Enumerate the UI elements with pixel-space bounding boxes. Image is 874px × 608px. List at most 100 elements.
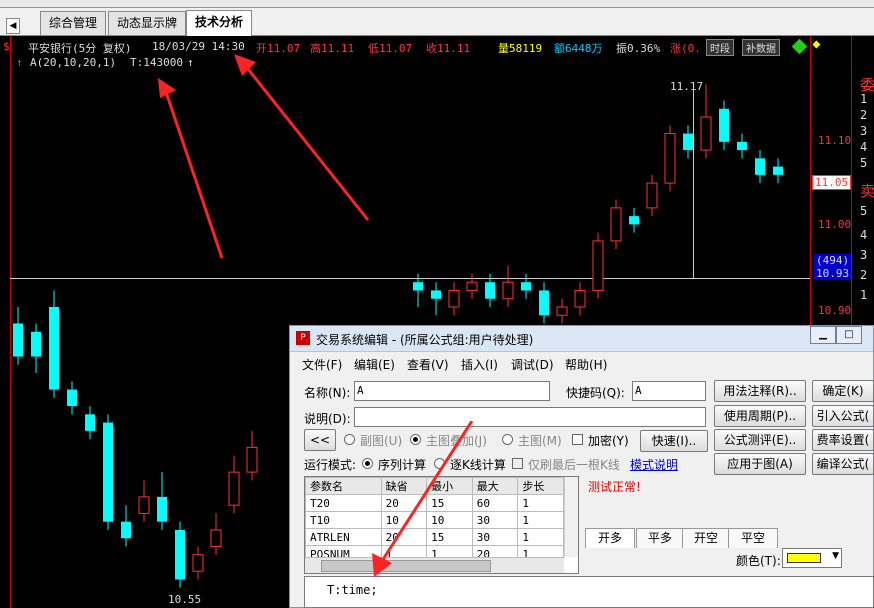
dialog-titlebar[interactable]: P 交易系统编辑 - (所属公式组:用户待处理) ▁ □ (290, 326, 873, 352)
name-label: 名称(N): (304, 386, 351, 400)
order-panel-label: 3 (860, 248, 868, 262)
annotation-arrow-3 (368, 420, 478, 581)
axis-label-3: 11.00 (818, 218, 852, 231)
candle-body (85, 414, 95, 431)
candle-body (13, 323, 23, 357)
annotation-arrow-1 (156, 78, 226, 262)
param-table-vscroll[interactable] (564, 477, 578, 557)
use-period-button[interactable]: 使用周期(P).. (714, 405, 806, 427)
run-mode-label: 运行模式: (304, 458, 357, 472)
menu-view[interactable]: 查看(V) (407, 356, 449, 373)
formula-editor-dialog: P 交易系统编辑 - (所属公式组:用户待处理) ▁ □ 文件(F) 编辑(E)… (289, 325, 874, 608)
tab-overview[interactable]: 综合管理 (40, 11, 107, 35)
fee-settings-button[interactable]: 费率设置( (812, 429, 874, 451)
candle-body (629, 216, 639, 225)
app-icon: P (296, 331, 310, 345)
candle-body (539, 290, 549, 316)
test-status: 测试正常! (588, 480, 641, 494)
axis-label-current: 11.05 (812, 175, 852, 190)
table-cell[interactable]: 1 (517, 511, 564, 529)
candle-body (502, 281, 514, 300)
color-swatch (787, 553, 821, 563)
tab-dynamic-board[interactable]: 动态显示牌 (108, 11, 187, 35)
menu-help[interactable]: 帮助(H) (565, 356, 607, 373)
candle-body (646, 182, 658, 209)
ok-button[interactable]: 确定(K) (812, 380, 874, 402)
candle-body (466, 281, 478, 291)
candle-body (192, 554, 204, 572)
trough-label: 10.55 (168, 593, 202, 606)
encrypt-checkbox[interactable] (572, 434, 583, 445)
desc-label: 说明(D): (304, 412, 351, 426)
order-panel-label: 5 (860, 204, 868, 218)
axis-label-1: 11.10 (818, 134, 852, 147)
candle-body (683, 133, 693, 151)
main-chart-label: 主图(M) (518, 434, 562, 448)
candle-body (556, 306, 568, 316)
candle-body (574, 289, 586, 308)
compile-formula-button[interactable]: 编译公式( (812, 453, 874, 475)
chevron-down-icon: ▼ (832, 551, 839, 561)
candle-body (31, 331, 41, 357)
sub-chart-radio[interactable] (344, 434, 355, 445)
tab-open-long[interactable]: 开多 (585, 528, 635, 548)
apply-to-chart-button[interactable]: 应用于图(A) (714, 453, 806, 475)
order-panel-label: 2 (860, 268, 868, 282)
shortcut-input[interactable]: A (632, 381, 706, 401)
table-cell[interactable]: 1 (517, 494, 564, 512)
panel-border (851, 36, 852, 326)
candle-body (700, 116, 712, 151)
top-strip (0, 0, 874, 8)
candle-body (773, 166, 783, 175)
tab-open-short[interactable]: 开空 (682, 528, 730, 548)
color-picker[interactable]: ▼ (782, 548, 842, 568)
name-input[interactable]: A (354, 381, 550, 401)
candle-body (755, 158, 765, 175)
candle-body (138, 496, 150, 514)
order-panel-label: 5 (860, 156, 868, 170)
annotation-arrow-2 (234, 54, 374, 224)
menu-insert[interactable]: 插入(I) (461, 356, 498, 373)
menu-edit[interactable]: 编辑(E) (354, 356, 395, 373)
table-header-cell[interactable]: 步长 (517, 477, 564, 495)
tab-close-long[interactable]: 平多 (636, 528, 684, 548)
usage-notes-button[interactable]: 用法注释(R).. (714, 380, 806, 402)
candle-body (103, 422, 113, 522)
tab-technical-analysis[interactable]: 技术分析 (186, 10, 253, 36)
candle-body (157, 496, 167, 522)
candle-body (431, 290, 441, 299)
menu-debug[interactable]: 调试(D) (511, 356, 554, 373)
maximize-button[interactable]: □ (836, 326, 862, 344)
candle-body (448, 289, 460, 308)
shortcut-label: 快捷码(Q): (566, 386, 625, 400)
axis-label-volume: (494) (814, 254, 852, 267)
axis-border (810, 36, 811, 326)
pin-icon[interactable]: ⯁ (812, 39, 821, 53)
candle-body (664, 133, 676, 184)
order-panel-label: 卖 (860, 182, 874, 200)
nav-left-icon[interactable]: ◀ (6, 18, 20, 34)
mode-help-link[interactable]: 模式说明 (630, 456, 678, 473)
candle-body (719, 108, 729, 142)
candle-body (521, 282, 531, 291)
order-panel-label: 4 (860, 140, 868, 154)
refresh-last-label: 仅刷最后一根K线 (528, 458, 620, 472)
order-panel-label: 3 (860, 124, 868, 138)
candle-body (246, 446, 258, 473)
prev-button[interactable]: << (304, 429, 336, 451)
tab-close-short[interactable]: 平空 (728, 528, 778, 548)
menu-file[interactable]: 文件(F) (302, 356, 342, 373)
candle-body (413, 282, 423, 291)
table-cell[interactable]: 1 (517, 528, 564, 546)
import-formula-button[interactable]: 引入公式( (812, 405, 874, 427)
color-label: 颜色(T): (736, 554, 781, 568)
axis-label-6: 10.90 (818, 304, 852, 317)
formula-test-button[interactable]: 公式测评(E).. (714, 429, 806, 451)
candle-body (49, 306, 59, 390)
minimize-button[interactable]: ▁ (810, 326, 836, 344)
main-chart-radio[interactable] (502, 434, 513, 445)
candle-body (121, 521, 131, 539)
tab-bar: ◀ 综合管理 动态显示牌 技术分析 (0, 8, 874, 36)
refresh-last-checkbox[interactable] (512, 458, 523, 469)
quick-button[interactable]: 快速(I).. (640, 430, 708, 452)
